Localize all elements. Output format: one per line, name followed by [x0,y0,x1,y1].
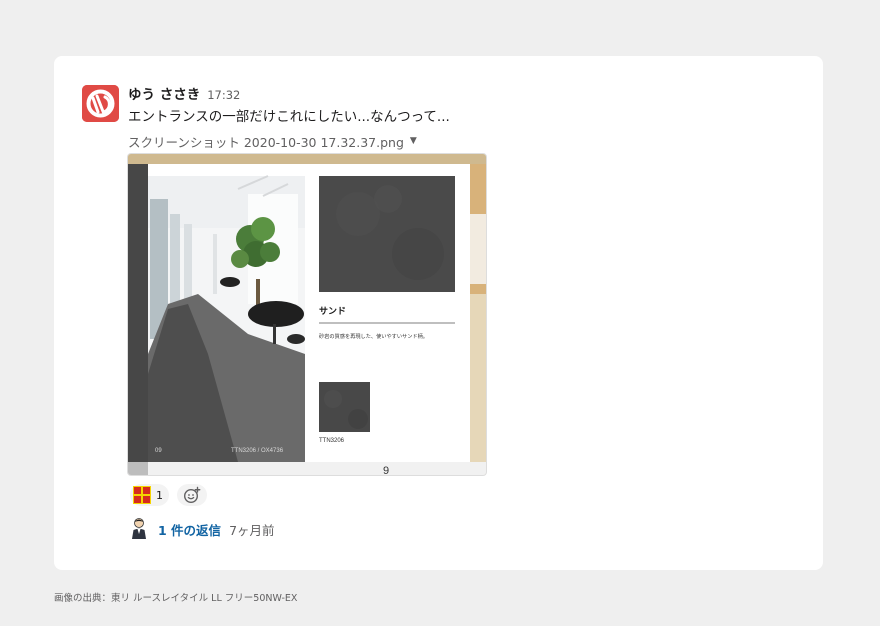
catalog-page-image: 09 TTN3206 / OX4736 サンド 砂岩の質感を再現した、使いやすい… [128,154,486,476]
message-card: ゆう ささき 17:32 エントランスの一部だけこれにしたい...なんつって..… [54,56,823,570]
image-credit: 画像の出典：東リ ルースレイタイル LL フリー50NW-EX [54,593,298,604]
catalog-sample-code: TTN3206 [319,438,345,444]
last-reply-time: 7ヶ月前 [229,522,275,538]
avatar-logo-icon [82,85,119,122]
catalog-product-name: サンド [319,306,346,317]
message-header: ゆう ささき 17:32 [128,83,788,103]
catalog-page-code: TTN3206 / OX4736 [231,448,284,454]
reactions-bar: 1 [130,484,207,506]
reply-count-link[interactable]: 1 件の返信 [158,520,221,539]
sotsugyo-emoji-icon [133,486,151,504]
catalog-page-number: 9 [383,465,389,476]
catalog-page-left: 09 [155,448,162,454]
add-emoji-icon [183,486,201,504]
user-avatar[interactable] [82,85,119,122]
message-text: エントランスの一部だけこれにしたい...なんつって... [128,109,450,125]
message-timestamp[interactable]: 17:32 [207,88,240,102]
caret-down-icon[interactable]: ▼ [410,136,417,146]
attachment-image[interactable]: 09 TTN3206 / OX4736 サンド 砂岩の質感を再現した、使いやすい… [127,153,487,476]
message-body: ゆう ささき 17:32 エントランスの一部だけこれにしたい...なんつって..… [128,83,788,151]
thread-summary[interactable]: 1 件の返信 7ヶ月前 [130,517,275,541]
attachment-filename-row[interactable]: スクリーンショット 2020-10-30 17.32.37.png ▼ [128,131,788,151]
attachment-filename[interactable]: スクリーンショット 2020-10-30 17.32.37.png [128,132,404,151]
add-reaction-button[interactable] [177,484,207,506]
author-name[interactable]: ゆう ささき [128,83,200,103]
reaction-sotsugyo[interactable]: 1 [130,484,169,506]
reaction-count: 1 [156,488,163,502]
replier-avatar[interactable] [130,517,148,541]
catalog-product-description: 砂岩の質感を再現した、使いやすいサンド柄。 [319,332,428,340]
